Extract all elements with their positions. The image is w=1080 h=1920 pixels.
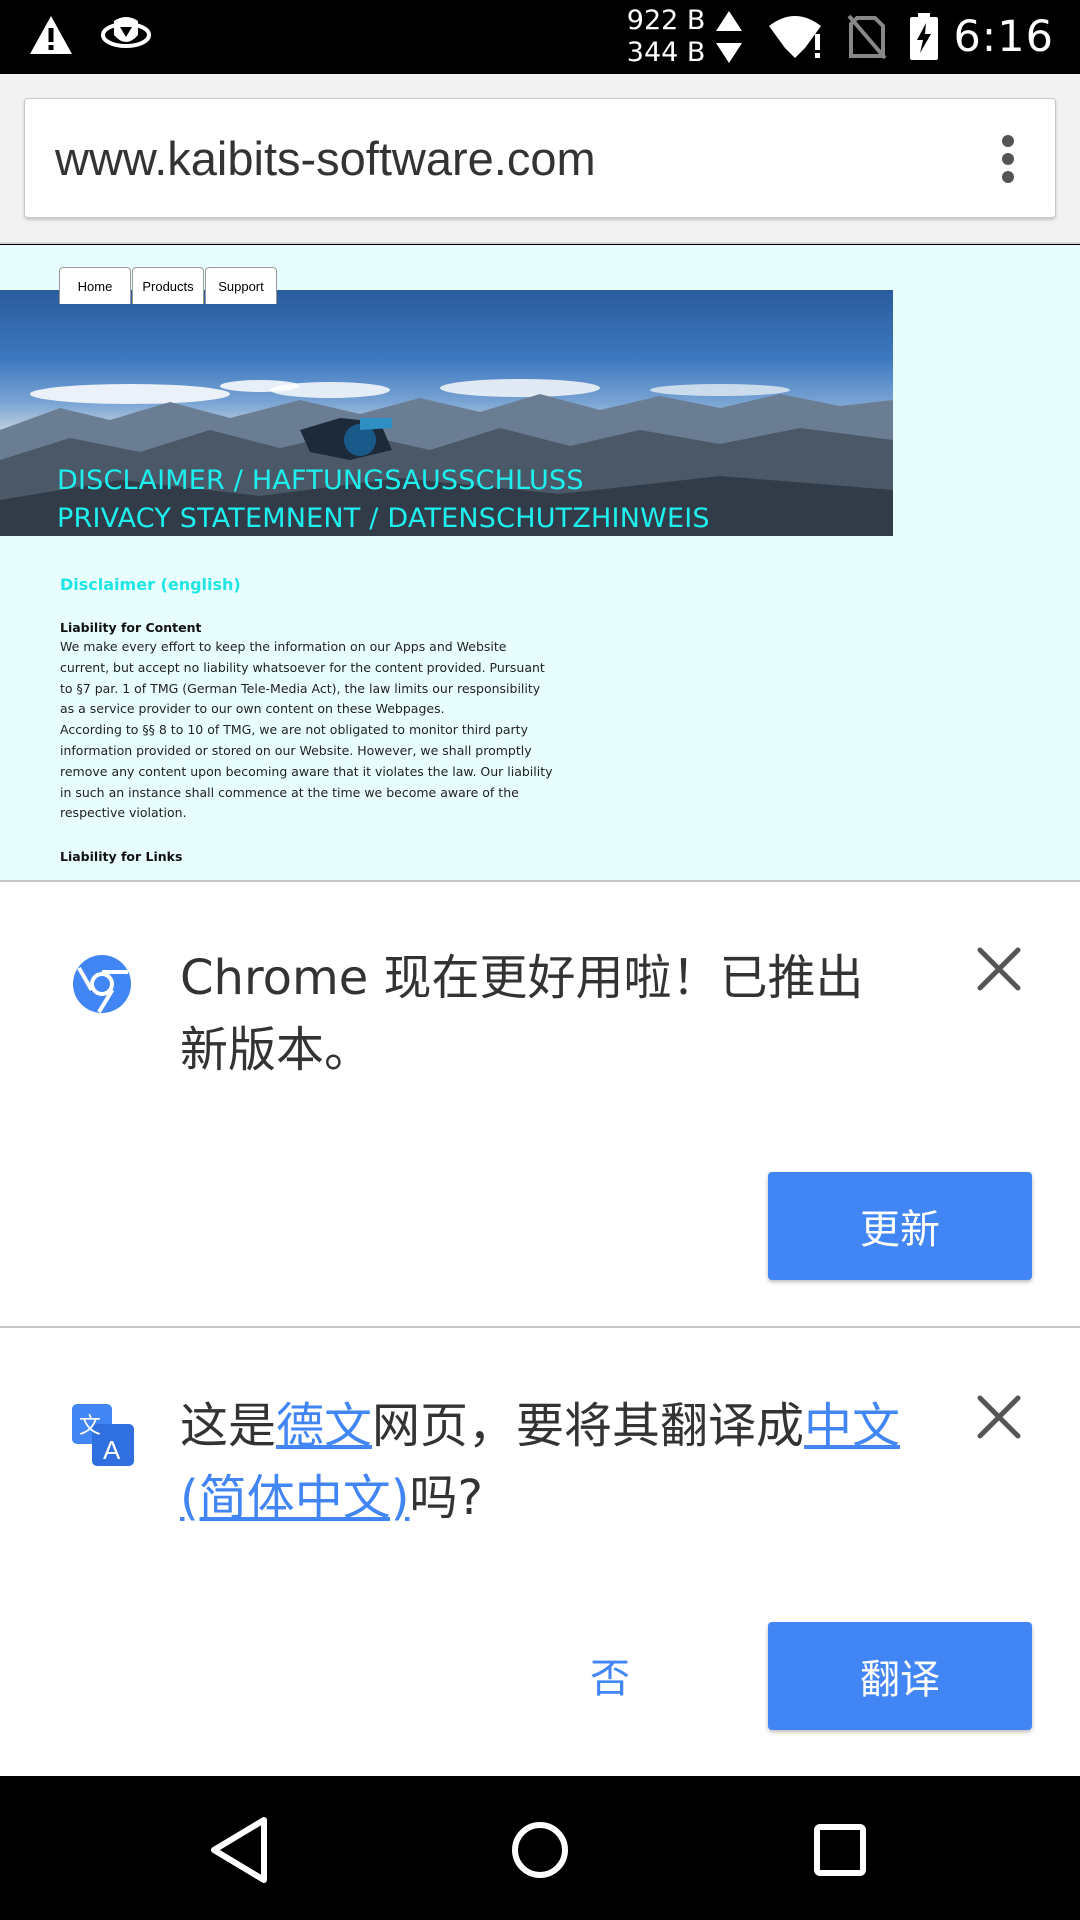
source-language-link[interactable]: 德文 — [276, 1398, 372, 1454]
phone-screen: 922 B 344 B 6:16 www.kaibits-software.co… — [0, 0, 1080, 1920]
translate-text-after: 吗? — [409, 1470, 483, 1526]
clock: 6:16 — [953, 12, 1054, 62]
paragraph-line: remove any content upon becoming aware t… — [60, 763, 553, 779]
status-left-icons — [28, 14, 152, 56]
translate-button[interactable]: 翻译 — [768, 1622, 1032, 1730]
close-icon[interactable] — [974, 944, 1024, 994]
arrow-up-icon — [716, 11, 743, 31]
paragraph-line: to §7 par. 1 of TMG (German Tele-Media A… — [60, 680, 541, 696]
update-infobar: Chrome 现在更好用啦！已推出新版本。 更新 — [0, 882, 1080, 1328]
section-title-content: Liability for Content — [60, 620, 202, 635]
site-nav: Home Products Support — [59, 267, 277, 304]
menu-dot — [1002, 135, 1014, 147]
chrome-icon — [73, 955, 131, 1014]
paragraph-line: current, but accept no liability whatsoe… — [60, 659, 545, 675]
battery-charging-icon — [910, 13, 939, 60]
net-up-text: 344 B — [626, 37, 706, 68]
paragraph-line: as a service provider to our own content… — [60, 701, 445, 717]
status-bar: 922 B 344 B 6:16 — [0, 0, 1080, 74]
section-title-links: Liability for Links — [60, 849, 183, 865]
svg-text:文: 文 — [79, 1414, 101, 1439]
translate-text-middle: 网页，要将其翻译成 — [372, 1398, 805, 1454]
system-nav-bar — [0, 1776, 1080, 1920]
network-speed: 922 B 344 B — [627, 5, 744, 69]
paragraph-line: According to §§ 8 to 10 of TMG, we are n… — [60, 722, 528, 738]
svg-text:A: A — [103, 1435, 121, 1465]
back-icon[interactable] — [202, 1812, 278, 1888]
status-right-icons: 922 B 344 B 6:16 — [627, 4, 1054, 70]
paragraph-line: in such an instance shall commence at th… — [60, 784, 519, 800]
wifi-icon — [769, 16, 822, 58]
update-message: Chrome 现在更好用啦！已推出新版本。 — [180, 950, 864, 1078]
home-icon[interactable] — [502, 1812, 578, 1888]
menu-dot — [1002, 171, 1014, 183]
paragraph-line: respective violation. — [60, 805, 187, 821]
nav-tab-products[interactable]: Products — [132, 267, 204, 304]
url-bar[interactable]: www.kaibits-software.com — [24, 98, 1056, 218]
vpn-icon — [101, 17, 151, 48]
paragraph-line: information provided or stored on our We… — [60, 742, 532, 758]
hero-banner: DISCLAIMER / HAFTUNGSAUSSCHLUSS PRIVACY … — [0, 290, 893, 536]
translate-text-before: 这是 — [180, 1398, 277, 1454]
decline-translate-button[interactable]: 否 — [560, 1630, 660, 1720]
page-heading: Disclaimer (english) — [60, 575, 241, 594]
arrow-down-icon — [716, 43, 743, 63]
nav-tab-home[interactable]: Home — [59, 267, 131, 304]
section-content-paragraph: We make every effort to keep the informa… — [60, 637, 580, 824]
update-button[interactable]: 更新 — [768, 1172, 1032, 1280]
paragraph-line: We make every effort to keep the informa… — [60, 639, 507, 654]
infobar-container: Chrome 现在更好用啦！已推出新版本。 更新 文 A 这是德文网页，要将其翻… — [0, 880, 1080, 1778]
recents-icon[interactable] — [802, 1812, 878, 1888]
more-vert-icon[interactable] — [983, 127, 1033, 191]
menu-dot — [1002, 153, 1014, 165]
hero-title-line-1: DISCLAIMER / HAFTUNGSAUSSCHLUSS — [57, 465, 584, 496]
url-text[interactable]: www.kaibits-software.com — [55, 131, 596, 186]
close-icon[interactable] — [974, 1392, 1024, 1442]
translate-icon: 文 A — [72, 1404, 134, 1466]
net-down-text: 922 B — [626, 5, 706, 36]
hero-title-line-2: PRIVACY STATEMNENT / DATENSCHUTZHINWEIS — [57, 503, 710, 534]
warning-icon — [30, 16, 72, 54]
disclaimer-text: Disclaimer (english) Liability for Conte… — [60, 575, 580, 866]
no-sim-icon — [847, 14, 887, 60]
hero-title: DISCLAIMER / HAFTUNGSAUSSCHLUSS PRIVACY … — [57, 462, 710, 536]
browser-toolbar: www.kaibits-software.com — [0, 74, 1080, 244]
nav-tab-support[interactable]: Support — [205, 267, 277, 304]
web-page-content: Home Products Support DISCLAIMER / HAFTU… — [0, 245, 1080, 880]
translate-infobar: 文 A 这是德文网页，要将其翻译成中文(简体中文)吗? 否 翻译 — [0, 1330, 1080, 1778]
translate-message: 这是德文网页，要将其翻译成中文(简体中文)吗? — [180, 1390, 910, 1534]
